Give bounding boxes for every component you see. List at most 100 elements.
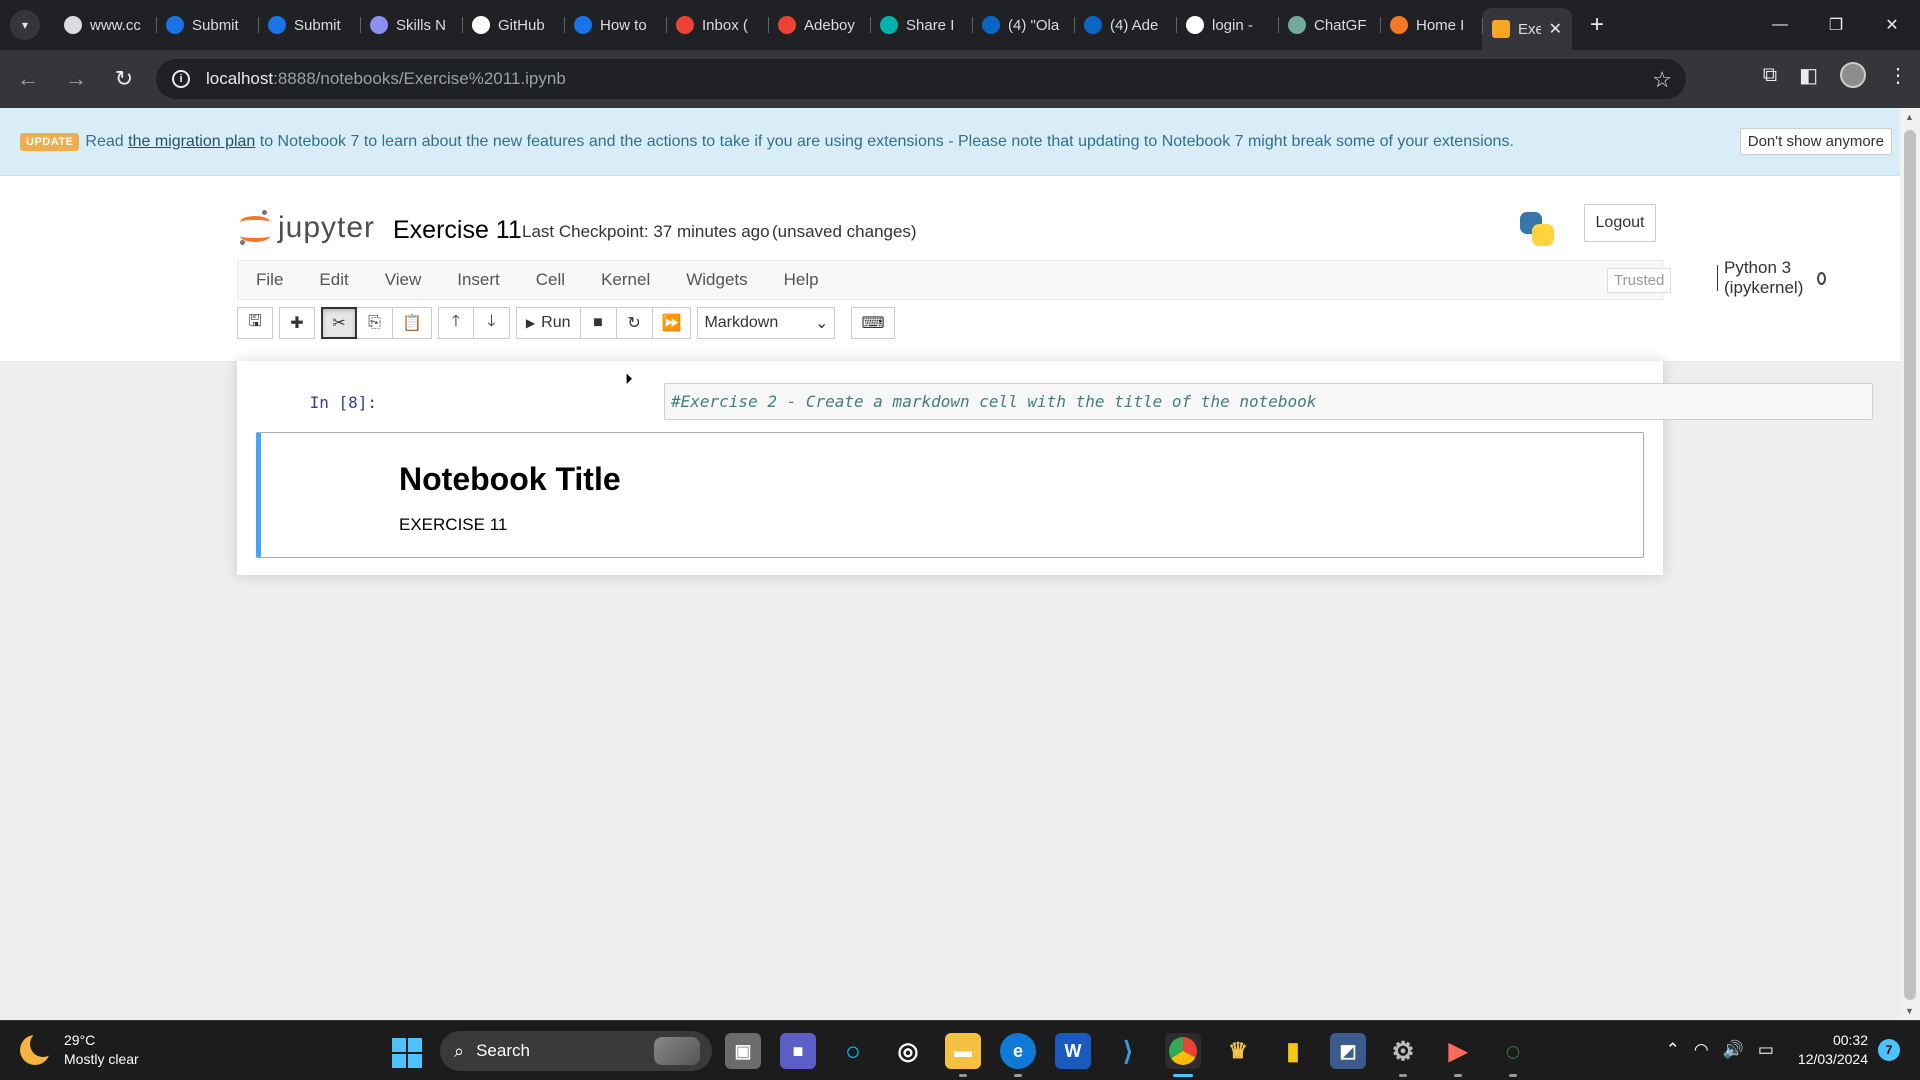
new-tab-button[interactable]: + xyxy=(1590,11,1604,39)
copy-icon[interactable]: ⎘ xyxy=(357,307,393,339)
cell-type-select[interactable]: Markdown ⌄ xyxy=(697,307,836,339)
settings-icon[interactable]: ⚙ xyxy=(1385,1033,1421,1077)
taskbar-search[interactable]: ⌕ Search xyxy=(440,1031,712,1071)
trusted-indicator[interactable]: Trusted xyxy=(1607,268,1672,293)
menu-kernel[interactable]: Kernel xyxy=(583,270,668,290)
notification-badge[interactable]: 7 xyxy=(1878,1039,1900,1061)
browser-tab[interactable]: login - xyxy=(1176,7,1278,43)
jupyter-logo[interactable]: jupyter xyxy=(240,210,375,246)
power-bi-icon[interactable]: ▮ xyxy=(1275,1033,1311,1069)
extensions-icon[interactable]: ⧉ xyxy=(1763,64,1777,87)
chatgpt-icon xyxy=(1288,16,1306,34)
insert-cell-icon[interactable]: ✚ xyxy=(279,307,315,339)
page-scrollbar[interactable]: ▲ ▼ xyxy=(1900,108,1920,1020)
dont-show-anymore-button[interactable]: Don't show anymore xyxy=(1739,128,1892,155)
weather-widget[interactable]: 29°C Mostly clear xyxy=(20,1031,139,1069)
scroll-up-icon[interactable]: ▲ xyxy=(1905,112,1914,122)
scrollbar-thumb[interactable] xyxy=(1904,130,1916,1000)
minimize-icon[interactable]: — xyxy=(1752,0,1808,50)
browser-tab[interactable]: Submit xyxy=(156,7,258,43)
media-player-icon[interactable]: ▶ xyxy=(1440,1033,1476,1077)
wifi-icon[interactable]: ◠ xyxy=(1694,1040,1709,1060)
menu-insert[interactable]: Insert xyxy=(439,270,518,290)
vscode-icon[interactable]: ⟩ xyxy=(1110,1033,1146,1069)
loading-app-icon[interactable]: ◌ xyxy=(1495,1033,1531,1077)
browser-tab[interactable]: Home I xyxy=(1380,7,1482,43)
anaconda-icon[interactable]: ♛ xyxy=(1220,1033,1256,1069)
browser-tab[interactable]: Submit xyxy=(258,7,360,43)
notebook-name[interactable]: Exercise 11 xyxy=(393,216,522,245)
interrupt-icon[interactable]: ■ xyxy=(580,307,617,339)
logout-button[interactable]: Logout xyxy=(1584,204,1656,242)
tab-title: ChatGF xyxy=(1314,16,1367,34)
address-bar[interactable]: i localhost:8888/notebooks/Exercise%2011… xyxy=(156,59,1686,99)
forward-icon[interactable]: → xyxy=(56,59,96,99)
menu-file[interactable]: File xyxy=(238,270,301,290)
reload-icon[interactable]: ↻ xyxy=(104,59,144,99)
menu-help[interactable]: Help xyxy=(766,270,837,290)
browser-tab[interactable]: How to xyxy=(564,7,666,43)
save-icon[interactable]: 🖫 xyxy=(237,307,273,339)
menu-view[interactable]: View xyxy=(367,270,440,290)
tab-search-button[interactable]: ▾ xyxy=(10,10,40,40)
browser-tab[interactable]: Adeboy xyxy=(768,7,870,43)
keyboard-shortcuts-icon[interactable]: ⌨ xyxy=(851,307,895,339)
start-icon[interactable] xyxy=(392,1038,422,1068)
browser-menu-icon[interactable]: ⋮ xyxy=(1888,63,1908,88)
scroll-down-icon[interactable]: ▼ xyxy=(1905,1006,1914,1016)
edge-icon[interactable]: e xyxy=(1000,1033,1036,1077)
cut-icon[interactable]: ✂ xyxy=(321,307,357,339)
jupyter-logo-icon xyxy=(240,210,270,246)
close-window-icon[interactable]: ✕ xyxy=(1864,0,1920,50)
run-button[interactable]: ▶ Run xyxy=(515,307,581,339)
battery-icon[interactable]: ▭ xyxy=(1758,1040,1774,1060)
browser-tab[interactable]: (4) Ade xyxy=(1074,7,1176,43)
task-view-icon[interactable]: ▣ xyxy=(725,1033,761,1069)
clock[interactable]: 00:32 12/03/2024 xyxy=(1798,1031,1868,1069)
profile-avatar[interactable] xyxy=(1840,62,1866,88)
menu-widgets[interactable]: Widgets xyxy=(668,270,765,290)
file-explorer-icon[interactable]: ▬ xyxy=(945,1033,981,1077)
code-input[interactable]: #Exercise 2 - Create a markdown cell wit… xyxy=(664,383,1873,420)
cortana-icon[interactable]: ○ xyxy=(835,1033,871,1069)
move-down-icon[interactable]: 🡓 xyxy=(473,307,510,339)
tab-title: Inbox ( xyxy=(702,16,748,34)
network-tool-icon[interactable]: ◩ xyxy=(1330,1033,1366,1069)
browser-tab[interactable]: www.cc xyxy=(54,7,156,43)
restart-run-all-icon[interactable]: ⏩ xyxy=(652,307,692,339)
restart-icon[interactable]: ↻ xyxy=(616,307,653,339)
tab-title: Skills N xyxy=(396,16,447,34)
restore-icon[interactable]: ❐ xyxy=(1808,0,1864,50)
migration-plan-link[interactable]: the migration plan xyxy=(128,133,255,151)
chevron-up-icon[interactable]: ⌃ xyxy=(1666,1040,1680,1060)
browser-tab[interactable]: ChatGF xyxy=(1278,7,1380,43)
tab-title: login - xyxy=(1212,16,1253,34)
word-icon[interactable]: W xyxy=(1055,1033,1091,1069)
browser-tab[interactable]: (4) "Ola xyxy=(972,7,1074,43)
active-browser-tab[interactable]: Exe ✕ xyxy=(1482,8,1572,50)
browser-tab[interactable]: Share I xyxy=(870,7,972,43)
menu-cell[interactable]: Cell xyxy=(518,270,583,290)
window-controls: — ❐ ✕ xyxy=(1752,0,1920,50)
browser-actions: ⧉ ◧ ⋮ xyxy=(1763,62,1908,88)
back-icon[interactable]: ← xyxy=(8,59,48,99)
jupyter-icon xyxy=(1390,16,1408,34)
browser-tab[interactable]: GitHub xyxy=(462,7,564,43)
tab-title: GitHub xyxy=(498,16,545,34)
move-up-icon[interactable]: 🡑 xyxy=(437,307,474,339)
teams-icon[interactable]: ■ xyxy=(780,1033,816,1069)
menu-edit[interactable]: Edit xyxy=(301,270,366,290)
bookmark-star-icon[interactable]: ☆ xyxy=(1652,67,1672,93)
close-tab-icon[interactable]: ✕ xyxy=(1549,19,1562,39)
browser-tab[interactable]: Skills N xyxy=(360,7,462,43)
search-icon: ⌕ xyxy=(454,1040,465,1061)
kernel-indicator[interactable]: Python 3 (ipykernel) xyxy=(1717,258,1827,297)
chrome-icon[interactable] xyxy=(1165,1033,1201,1077)
paste-icon[interactable]: 📋 xyxy=(393,307,432,339)
markdown-cell[interactable]: Notebook Title EXERCISE 11 xyxy=(256,432,1644,558)
side-panel-icon[interactable]: ◧ xyxy=(1799,63,1818,88)
site-info-icon[interactable]: i xyxy=(172,70,190,88)
copilot-icon[interactable]: ◎ xyxy=(890,1033,926,1069)
volume-icon[interactable]: 🔊 xyxy=(1723,1040,1744,1060)
browser-tab[interactable]: Inbox ( xyxy=(666,7,768,43)
